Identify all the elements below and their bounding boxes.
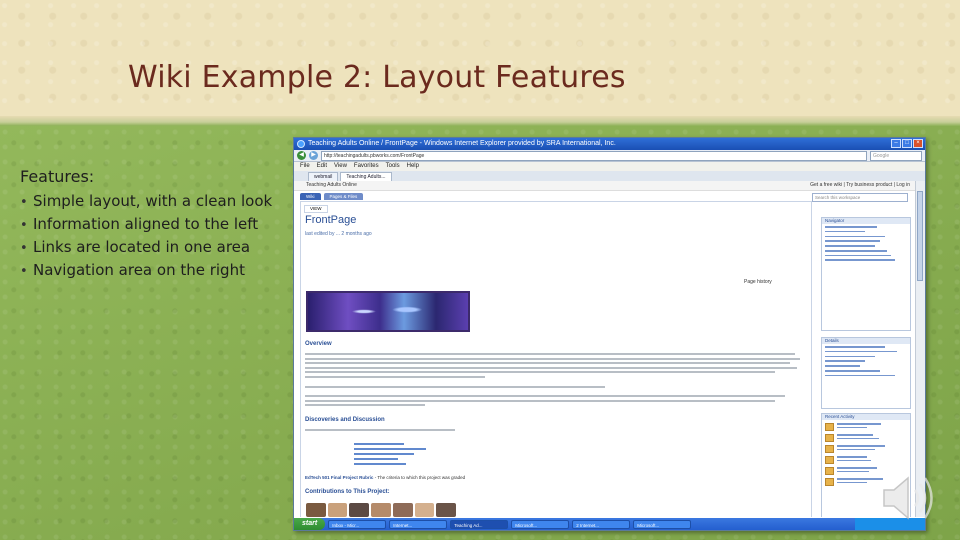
wiki-top-bar: Teaching Adults Online Get a free wiki |… — [294, 181, 916, 191]
page-icon — [825, 434, 834, 442]
maximize-icon[interactable]: □ — [902, 139, 912, 148]
activity-item[interactable] — [825, 445, 907, 453]
rubric-link[interactable]: EdTech 501 Final Project Rubric — [305, 475, 373, 480]
discoveries-heading: Discoveries and Discussion — [305, 417, 385, 423]
page-scrollbar[interactable] — [915, 181, 925, 517]
wiki-page-title: FrontPage — [305, 214, 357, 226]
menu-file[interactable]: File — [300, 162, 310, 171]
feature-text: Navigation area on the right — [33, 261, 245, 279]
wiki-view-tab[interactable]: VIEW — [304, 205, 328, 213]
browser-screenshot: Teaching Adults Online / FrontPage - Win… — [293, 137, 926, 531]
back-arrow-icon[interactable]: ◀ — [297, 151, 306, 160]
discoveries-link-list[interactable] — [354, 443, 426, 468]
feature-text: Simple layout, with a clean look — [33, 192, 273, 210]
taskbar-item[interactable]: Internet... — [389, 519, 448, 529]
page-icon — [825, 478, 834, 486]
bullet-icon: • — [20, 195, 28, 210]
menu-help[interactable]: Help — [407, 162, 419, 171]
bullet-icon: • — [20, 264, 28, 279]
minimize-icon[interactable]: – — [891, 139, 901, 148]
wiki-search-input[interactable]: Search this workspace — [812, 193, 908, 202]
page-history-link[interactable]: Page history — [744, 279, 772, 285]
taskbar-item[interactable]: Microsoft... — [511, 519, 570, 529]
features-list: • Simple layout, with a clean look • Infor… — [20, 190, 272, 282]
wiki-tab-pages[interactable]: Pages & Files — [323, 193, 364, 200]
address-bar: ◀ ▶ Google — [294, 150, 925, 162]
torn-paper-edge — [0, 116, 960, 126]
feature-item: • Links are located in one area — [20, 236, 272, 259]
wiki-nav-tabs: Wiki Pages & Files — [300, 193, 364, 200]
feature-item: • Navigation area on the right — [20, 259, 272, 282]
contributor-photos — [306, 503, 457, 517]
menu-tools[interactable]: Tools — [386, 162, 400, 171]
wiki-account-links[interactable]: Get a free wiki | Try business product |… — [810, 181, 910, 190]
overview-paragraph-3 — [305, 395, 805, 409]
details-panel: Details — [821, 337, 911, 409]
start-button[interactable]: start — [294, 518, 326, 530]
recent-activity-heading: Recent Activity — [822, 414, 910, 420]
rubric-line: EdTech 501 Final Project Rubric - The cr… — [305, 475, 465, 480]
address-input[interactable] — [321, 150, 867, 161]
speaker-icon[interactable] — [878, 472, 938, 524]
browser-tab[interactable]: webmail — [308, 172, 339, 181]
ie-logo-icon — [297, 140, 305, 148]
title-band — [0, 0, 960, 118]
overview-paragraph-2 — [305, 386, 805, 391]
taskbar-item[interactable]: Microsoft... — [633, 519, 692, 529]
page-icon — [825, 423, 834, 431]
menu-favorites[interactable]: Favorites — [354, 162, 379, 171]
menu-view[interactable]: View — [334, 162, 347, 171]
wiki-site-name[interactable]: Teaching Adults Online — [306, 181, 357, 190]
browser-search-input[interactable]: Google — [870, 150, 922, 161]
overview-paragraph — [305, 353, 805, 380]
feature-text: Information aligned to the left — [33, 215, 259, 233]
discoveries-intro — [305, 429, 805, 434]
taskbar-item[interactable]: 2 Internet... — [572, 519, 631, 529]
details-links[interactable] — [822, 344, 910, 381]
activity-item[interactable] — [825, 434, 907, 442]
wiki-page: Teaching Adults Online Get a free wiki |… — [294, 181, 916, 517]
bullet-icon: • — [20, 218, 28, 233]
browser-tab-active[interactable]: Teaching Adults... — [340, 172, 392, 181]
page-icon — [825, 467, 834, 475]
forward-arrow-icon[interactable]: ▶ — [309, 151, 318, 160]
activity-item[interactable] — [825, 423, 907, 431]
navigator-links[interactable] — [822, 224, 910, 266]
page-icon — [825, 445, 834, 453]
bullet-icon: • — [20, 241, 28, 256]
slide-title: Wiki Example 2: Layout Features — [128, 60, 626, 95]
features-heading: Features: — [20, 167, 95, 186]
browser-menu-bar: File Edit View Favorites Tools Help — [294, 162, 925, 171]
feature-item: • Simple layout, with a clean look — [20, 190, 272, 213]
browser-window-title: Teaching Adults Online / FrontPage - Win… — [308, 140, 616, 147]
menu-edit[interactable]: Edit — [317, 162, 327, 171]
teaching-banner-image — [306, 291, 470, 332]
close-icon[interactable]: × — [913, 139, 923, 148]
navigator-panel: Navigator — [821, 217, 911, 331]
wiki-edit-info: last edited by ... 2 months ago — [305, 231, 372, 237]
windows-taskbar: start Inbox - Micr... Internet... Teachi… — [294, 518, 925, 530]
page-icon — [825, 456, 834, 464]
scrollbar-thumb[interactable] — [917, 191, 923, 281]
taskbar-item[interactable]: Inbox - Micr... — [328, 519, 387, 529]
browser-title-bar: Teaching Adults Online / FrontPage - Win… — [294, 138, 925, 150]
window-controls: – □ × — [891, 139, 923, 148]
feature-item: • Information aligned to the left — [20, 213, 272, 236]
contributions-heading: Contributions to This Project: — [305, 489, 390, 495]
feature-text: Links are located in one area — [33, 238, 251, 256]
activity-item[interactable] — [825, 456, 907, 464]
overview-heading: Overview — [305, 341, 332, 347]
wiki-tab-wiki[interactable]: Wiki — [300, 193, 321, 200]
rubric-description: - The criteria to which this project was… — [373, 475, 466, 480]
taskbar-item-active[interactable]: Teaching Ad... — [450, 519, 509, 529]
